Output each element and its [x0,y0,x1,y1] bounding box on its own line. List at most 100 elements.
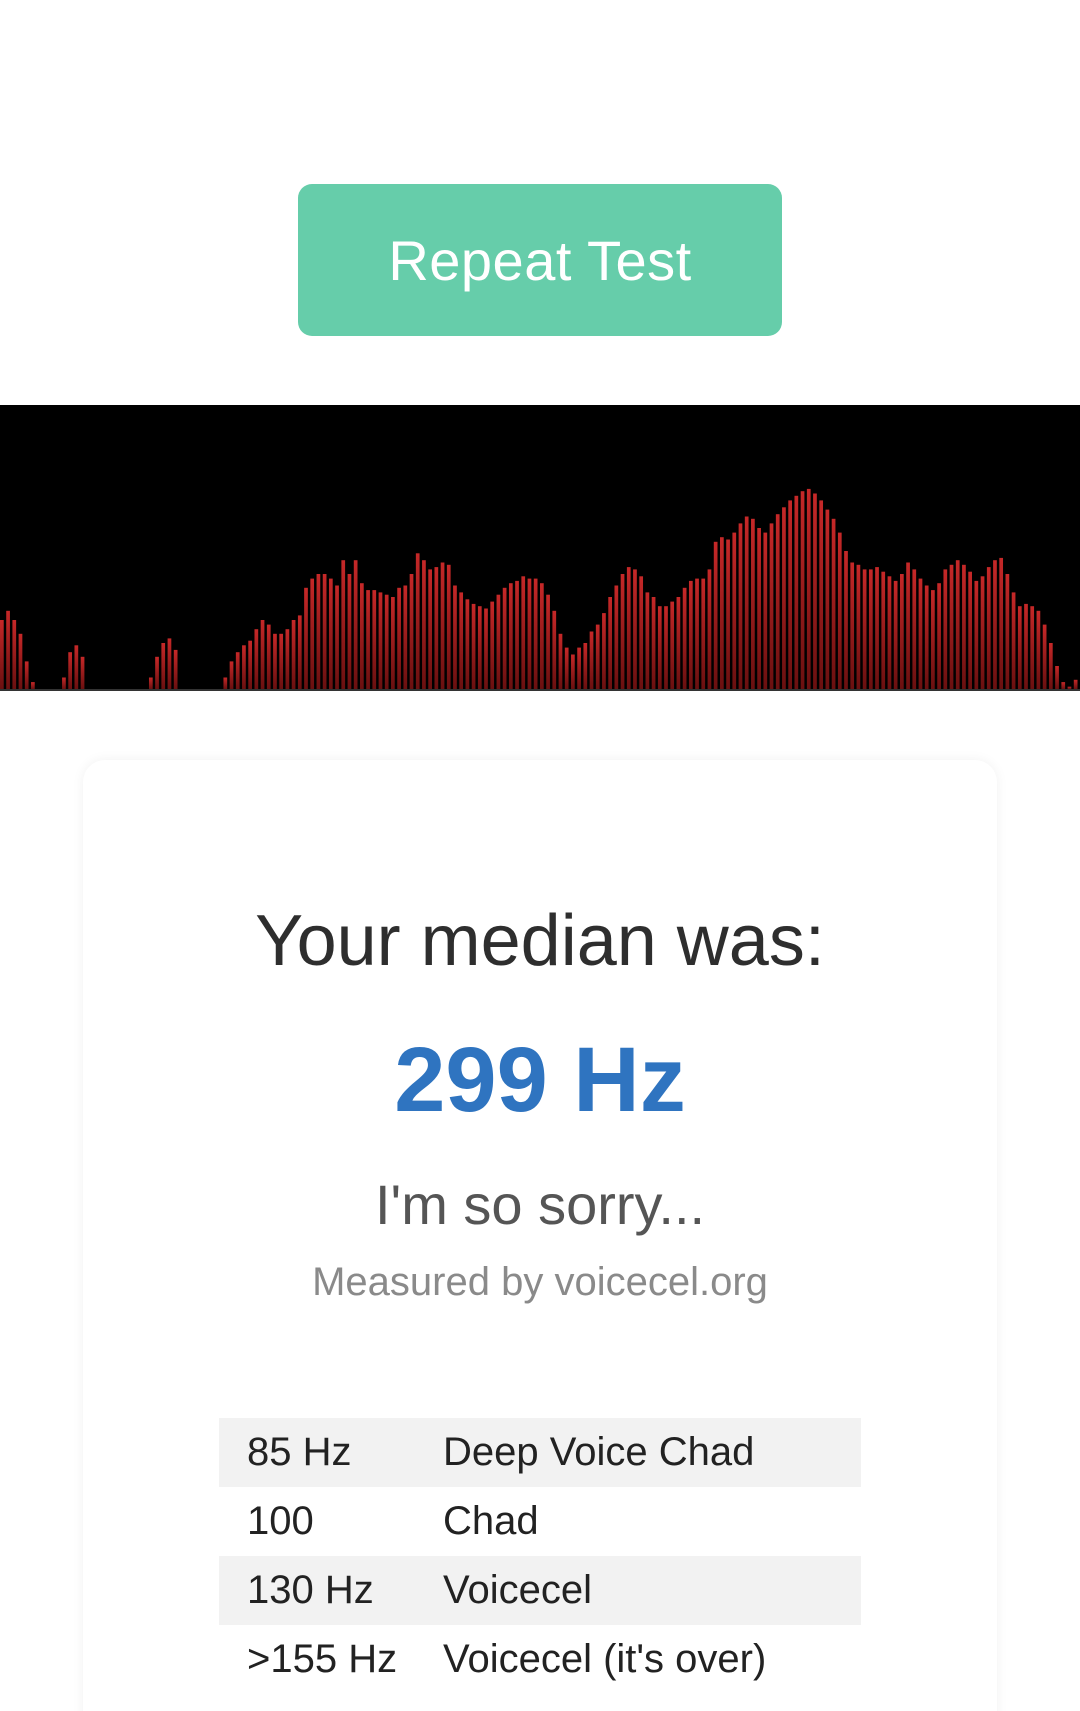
voice-test-page: Repeat Test Your median was: 299 Hz I'm … [0,0,1080,1711]
table-row: >155 Hz Voicecel (it's over) [219,1625,861,1694]
visualizer-bar [372,590,377,689]
visualizer-bar [6,610,10,689]
visualizer-bar [688,580,693,689]
visualizer-bar [285,629,290,689]
visualizer-bar [446,564,451,689]
visualizer-bar [825,509,830,689]
visualizer-bar [657,606,662,689]
visualizer-bar [614,585,619,689]
visualizer-bar [173,649,178,689]
visualizer-bar [732,532,737,689]
visualizer-bar [589,631,594,689]
visualizer-bar [1030,606,1035,689]
visualizer-bar [360,583,364,689]
visualizer-bar [496,594,501,689]
visualizer-bar [428,569,432,689]
visualizer-bar [310,578,315,689]
visualizer-bar [384,594,389,689]
visualizer-bar [1036,610,1041,689]
visualizer-bar [602,613,606,689]
visualizer-bar [850,562,855,689]
visualizer-bar [24,661,29,689]
visualizer-bar [440,562,445,689]
visualizer-bar [322,574,327,689]
visualizer-bar [515,580,519,689]
visualizer-bar [1005,574,1010,689]
visualizer-bar [726,539,730,689]
visualizer-bar [980,576,985,689]
visualizer-bar [552,610,557,689]
visualizer-bar [844,551,848,689]
visualizer-bar [378,592,383,689]
visualizer-bar [769,523,774,689]
visualizer-bar [12,620,17,689]
visualizer-bar [595,624,600,689]
visualizer-bar [875,567,879,689]
visualizer-bar [782,507,786,689]
scale-label: Chad [443,1499,539,1543]
visualizer-bar [366,590,370,689]
visualizer-bar [68,652,72,689]
visualizer-bar [583,643,588,689]
visualizer-bar [397,587,401,689]
visualizer-bar [670,601,675,689]
visualizer-bar [403,585,408,689]
visualizer-bar [62,677,66,689]
visualizer-bar [794,495,799,689]
visualizer-bar [955,560,960,689]
visualizer-bar [949,564,954,689]
visualizer-bar [155,656,159,689]
visualizer-bar [80,656,85,689]
visualizer-bar [900,574,904,689]
credit-text: Measured by voicecel.org [312,1260,768,1304]
visualizer-bar [962,564,966,689]
visualizer-bar [707,569,712,689]
visualizer-bar [968,571,972,689]
visualizer-bar [993,560,997,689]
visualizer-bar [254,629,259,689]
visualizer-bar [564,647,569,689]
visualizer-bar [881,571,886,689]
visualizer-bar [682,587,687,689]
visualizer-bar [999,557,1004,689]
table-row: 100 Chad [219,1487,861,1556]
visualizer-bar [273,633,277,689]
visualizer-bar [291,620,296,689]
visualizer-bar [986,567,991,689]
visualizer-bar [633,569,637,689]
visualizer-bar [695,578,699,689]
visualizer-bar [763,532,768,689]
visualizer-bar [813,493,817,689]
visualizer-bar [304,587,308,689]
repeat-test-button[interactable]: Repeat Test [298,184,782,336]
visualizer-bar [645,592,650,689]
table-row: 130 Hz Voicecel [219,1556,861,1625]
visualizer-bar [148,677,153,689]
visualizer-bar [558,633,563,689]
visualizer-bar [422,560,426,689]
visualizer-bar [974,580,979,689]
scale-hz: 130 Hz [219,1556,443,1625]
visualizer-bar [806,488,811,689]
visualizer-bar [508,583,513,689]
visualizer-bar [856,564,861,689]
visualizer-bar [527,578,532,689]
visualizer-bar [266,624,271,689]
visualizer-bar [924,585,929,689]
visualizer-bars [0,488,1080,691]
visualizer-bar [484,608,488,689]
scale-hz: >155 Hz [247,1637,398,1681]
visualizer-bar [502,587,507,689]
visualizer-bar [434,567,439,689]
visualizer-bar [316,574,321,689]
visualizer-bar [0,620,4,689]
visualizer-bar [18,633,23,689]
visualizer-bar [459,592,464,689]
visualizer-bar [229,661,234,689]
scale-hz: 100 [247,1499,314,1543]
median-label: Your median was: [255,901,825,981]
visualizer-bar [937,583,941,689]
visualizer-bar [1024,603,1028,689]
visualizer-bar [639,576,644,689]
visualizer-bar [751,518,755,689]
